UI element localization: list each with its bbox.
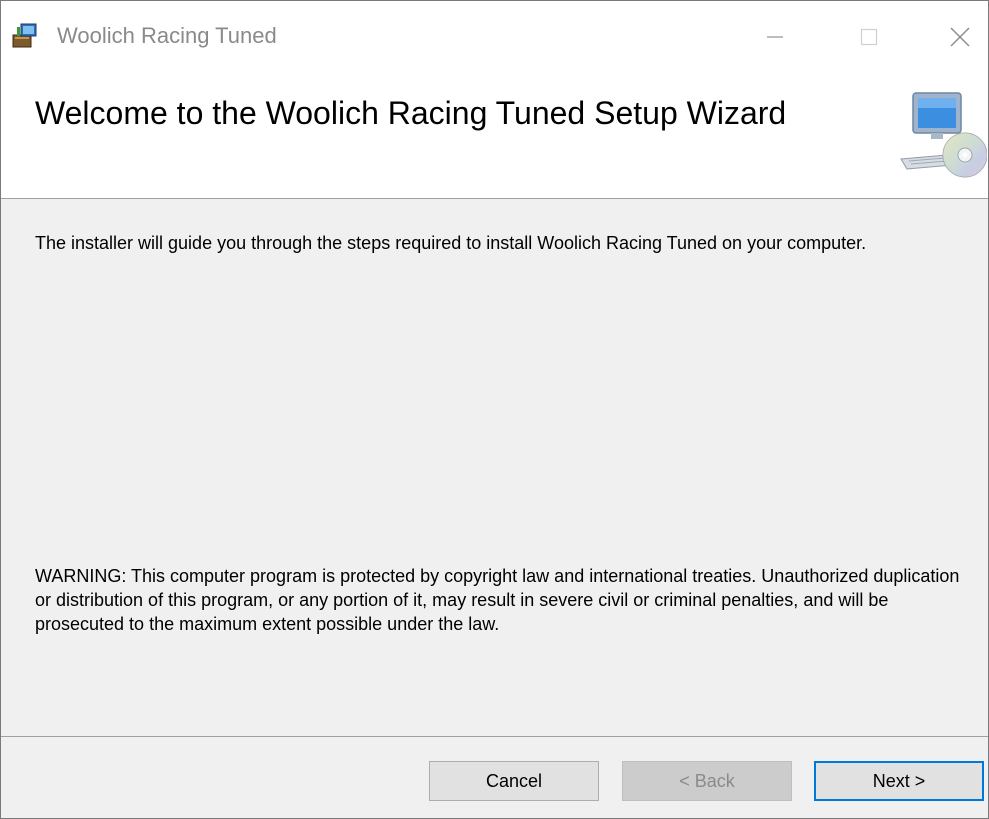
intro-text: The installer will guide you through the… <box>35 233 867 253</box>
footer-divider <box>1 736 988 737</box>
maximize-icon <box>860 28 878 46</box>
minimize-button[interactable] <box>745 15 805 59</box>
header-divider <box>1 198 988 199</box>
minimize-icon <box>767 36 783 38</box>
maximize-button <box>839 15 899 59</box>
close-button[interactable] <box>931 15 988 59</box>
window-title: Woolich Racing Tuned <box>57 23 277 48</box>
cancel-button[interactable]: Cancel <box>429 761 599 801</box>
next-button[interactable]: Next > <box>814 761 984 801</box>
computer-cd-icon <box>891 81 988 181</box>
installer-app-icon <box>11 21 39 49</box>
wizard-heading: Welcome to the Woolich Racing Tuned Setu… <box>35 95 787 131</box>
back-button: < Back <box>622 761 792 801</box>
title-bar[interactable]: Woolich Racing Tuned <box>1 1 988 73</box>
wizard-header-banner: Welcome to the Woolich Racing Tuned Setu… <box>1 73 988 198</box>
close-icon <box>950 27 969 47</box>
setup-wizard-window: Woolich Racing Tuned Welcome to the Wool… <box>0 0 989 819</box>
copyright-warning-text: WARNING: This computer program is protec… <box>35 566 960 634</box>
